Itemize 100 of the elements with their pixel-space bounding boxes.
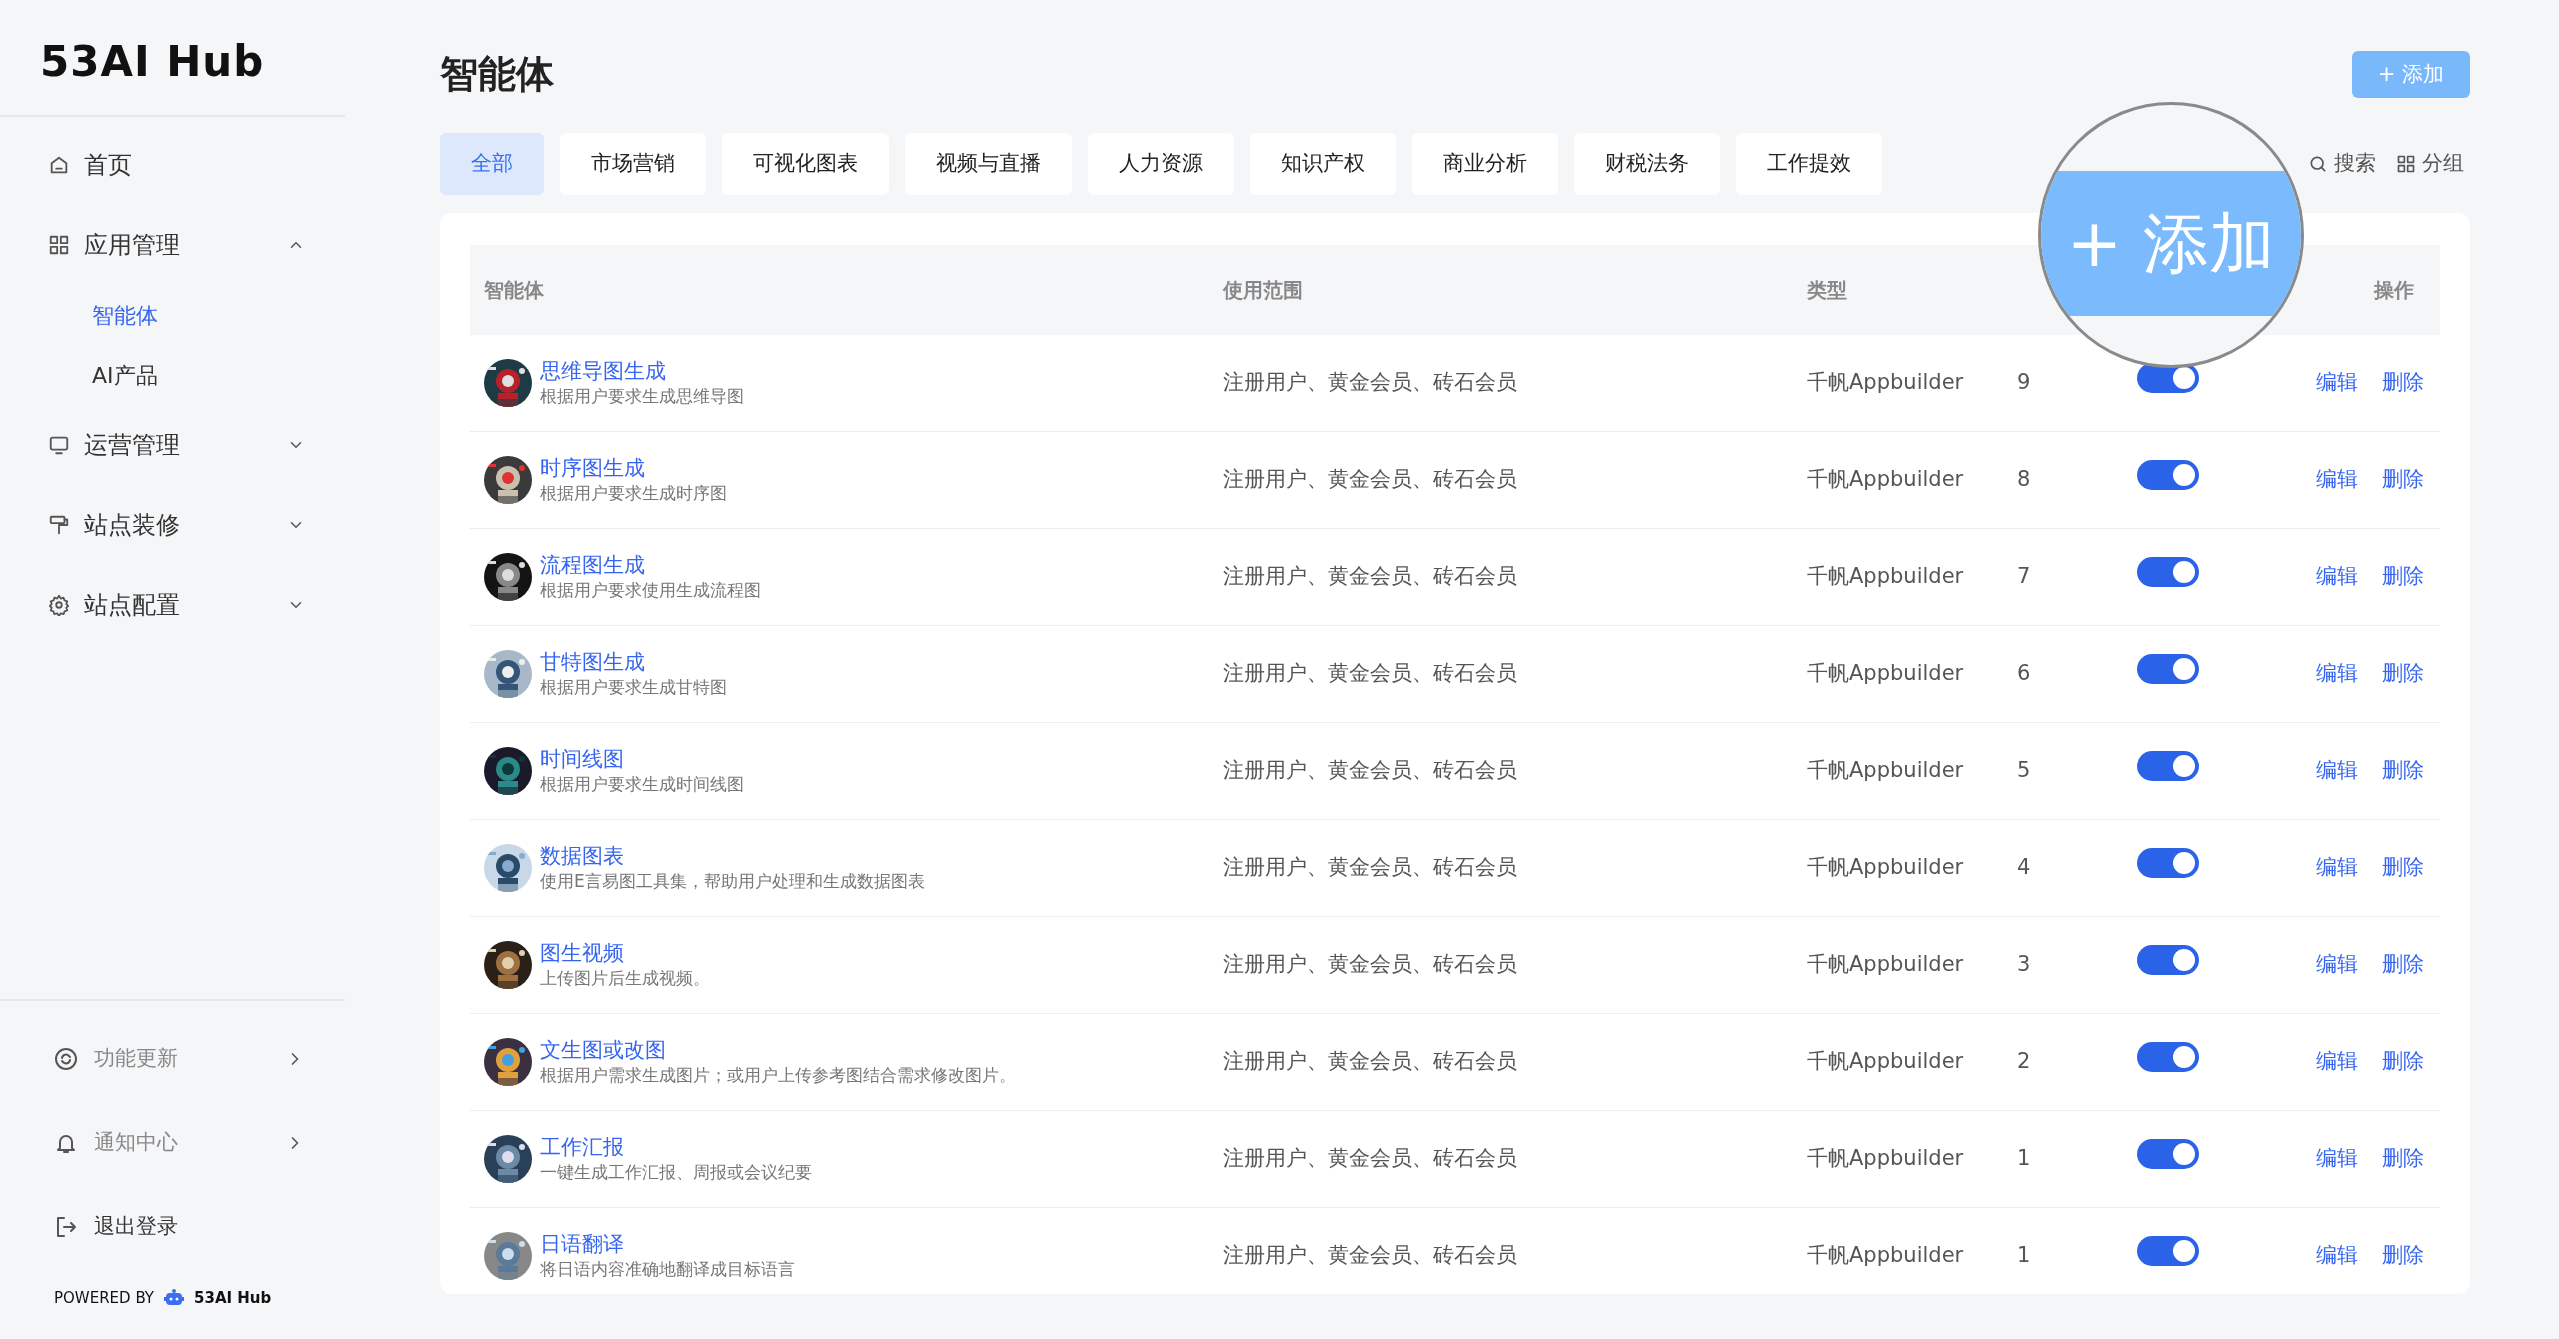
table-cell: 注册用户、黄金会员、砖石会员 bbox=[1223, 855, 1517, 880]
action-link[interactable]: 编辑 bbox=[2316, 464, 2358, 496]
sidebar-item[interactable]: 站点配置 bbox=[0, 565, 345, 645]
sidebar-footer-item[interactable]: 功能更新 bbox=[0, 1016, 345, 1101]
category-tab[interactable]: 知识产权 bbox=[1250, 133, 1396, 195]
home-icon bbox=[48, 154, 70, 176]
table-cell: 千帆Appbuilder bbox=[1807, 855, 1964, 880]
action-link[interactable]: 删除 bbox=[2382, 367, 2424, 399]
category-tab[interactable]: 工作提效 bbox=[1736, 133, 1882, 195]
toggle-switch[interactable] bbox=[2137, 460, 2199, 491]
action-link[interactable]: 删除 bbox=[2382, 658, 2424, 690]
table-cell: 5 bbox=[2017, 758, 2031, 783]
paint-roller-icon bbox=[48, 514, 70, 536]
action-link[interactable]: 删除 bbox=[2382, 561, 2424, 593]
table-cell: 3 bbox=[2017, 952, 2031, 977]
powered-by-label: POWERED BY bbox=[54, 1287, 154, 1309]
agent-description: 一键生成工作汇报、周报或会议纪要 bbox=[540, 1160, 812, 1183]
table-cell: 7 bbox=[2017, 564, 2031, 589]
table-cell: 千帆Appbuilder bbox=[1807, 1243, 1964, 1268]
toggle-switch[interactable] bbox=[2137, 654, 2199, 685]
action-link[interactable]: 删除 bbox=[2382, 949, 2424, 981]
robot-icon bbox=[164, 1288, 184, 1307]
agent-name[interactable]: 日语翻译 bbox=[540, 1232, 795, 1258]
action-link[interactable]: 编辑 bbox=[2316, 367, 2358, 399]
table-cell: 1 bbox=[2017, 1243, 2031, 1268]
sidebar-footer-item[interactable]: 退出登录 bbox=[0, 1184, 345, 1269]
logout-icon bbox=[54, 1214, 78, 1239]
agent-name[interactable]: 工作汇报 bbox=[540, 1135, 812, 1161]
action-link[interactable]: 删除 bbox=[2382, 1143, 2424, 1175]
table-cell: 注册用户、黄金会员、砖石会员 bbox=[1223, 1146, 1517, 1171]
sidebar-item[interactable]: 首页 bbox=[0, 125, 345, 205]
toggle-switch[interactable] bbox=[2137, 945, 2199, 976]
toggle-switch[interactable] bbox=[2137, 848, 2199, 879]
table-cell: 8 bbox=[2017, 467, 2031, 492]
category-tab[interactable]: 视频与直播 bbox=[905, 133, 1072, 195]
table-cell: 注册用户、黄金会员、砖石会员 bbox=[1223, 1243, 1517, 1268]
action-link[interactable]: 编辑 bbox=[2316, 852, 2358, 884]
action-link[interactable]: 编辑 bbox=[2316, 561, 2358, 593]
action-link[interactable]: 编辑 bbox=[2316, 1240, 2358, 1272]
category-tab[interactable]: 全部 bbox=[440, 133, 544, 195]
table-cell: 千帆Appbuilder bbox=[1807, 370, 1964, 395]
column-header: 操作 bbox=[2374, 278, 2414, 302]
brand-name: 53AI Hub bbox=[194, 1287, 272, 1309]
toolbar-button[interactable]: 分组 bbox=[2390, 147, 2470, 181]
sidebar-footer-item[interactable]: 通知中心 bbox=[0, 1100, 345, 1185]
column-header: 使用范围 bbox=[1223, 278, 1303, 302]
agent-name[interactable]: 数据图表 bbox=[540, 844, 925, 870]
action-link[interactable]: 编辑 bbox=[2316, 658, 2358, 690]
toggle-switch[interactable] bbox=[2137, 1042, 2199, 1073]
action-link[interactable]: 删除 bbox=[2382, 755, 2424, 787]
action-link[interactable]: 删除 bbox=[2382, 852, 2424, 884]
gear-icon bbox=[48, 594, 70, 616]
toggle-switch[interactable] bbox=[2137, 1139, 2199, 1170]
sidebar-subitem[interactable]: AI产品 bbox=[0, 345, 345, 405]
table-cell: 千帆Appbuilder bbox=[1807, 661, 1964, 686]
action-link[interactable]: 编辑 bbox=[2316, 755, 2358, 787]
table-cell: 注册用户、黄金会员、砖石会员 bbox=[1223, 370, 1517, 395]
monitor-icon bbox=[48, 434, 70, 456]
grid-icon bbox=[2396, 154, 2416, 174]
agent-name[interactable]: 思维导图生成 bbox=[540, 359, 744, 385]
agent-name[interactable]: 文生图或改图 bbox=[540, 1038, 1016, 1064]
agent-name[interactable]: 甘特图生成 bbox=[540, 650, 727, 676]
agent-description: 根据用户要求生成时间线图 bbox=[540, 772, 744, 795]
action-link[interactable]: 编辑 bbox=[2316, 949, 2358, 981]
category-tab[interactable]: 财税法务 bbox=[1574, 133, 1720, 195]
sidebar-item[interactable]: 应用管理 bbox=[0, 205, 345, 285]
action-link[interactable]: 删除 bbox=[2382, 1046, 2424, 1078]
agent-name[interactable]: 流程图生成 bbox=[540, 553, 761, 579]
column-header: 智能体 bbox=[484, 278, 544, 302]
action-link[interactable]: 编辑 bbox=[2316, 1143, 2358, 1175]
grid-icon bbox=[48, 234, 70, 256]
action-link[interactable]: 删除 bbox=[2382, 1240, 2424, 1272]
category-tab[interactable]: 商业分析 bbox=[1412, 133, 1558, 195]
toolbar-button[interactable]: 搜索 bbox=[2302, 147, 2382, 181]
agent-name[interactable]: 图生视频 bbox=[540, 941, 710, 967]
table-cell: 注册用户、黄金会员、砖石会员 bbox=[1223, 661, 1517, 686]
action-link[interactable]: 编辑 bbox=[2316, 1046, 2358, 1078]
table-cell: 注册用户、黄金会员、砖石会员 bbox=[1223, 467, 1517, 492]
table-cell: 千帆Appbuilder bbox=[1807, 1146, 1964, 1171]
sidebar-subitem[interactable]: 智能体 bbox=[0, 285, 345, 345]
category-tab[interactable]: 人力资源 bbox=[1088, 133, 1234, 195]
category-tab[interactable]: 可视化图表 bbox=[722, 133, 889, 195]
agent-name[interactable]: 时间线图 bbox=[540, 747, 744, 773]
logo: 53AI Hub bbox=[0, 0, 345, 117]
toggle-switch[interactable] bbox=[2137, 363, 2199, 394]
agent-description: 根据用户要求生成思维导图 bbox=[540, 384, 744, 407]
refresh-icon bbox=[54, 1046, 78, 1071]
toggle-switch[interactable] bbox=[2137, 557, 2199, 588]
toggle-switch[interactable] bbox=[2137, 751, 2199, 782]
agent-description: 根据用户要求使用生成流程图 bbox=[540, 578, 761, 601]
table-cell: 4 bbox=[2017, 855, 2031, 880]
agent-description: 根据用户要求生成时序图 bbox=[540, 481, 727, 504]
category-tab[interactable]: 市场营销 bbox=[560, 133, 706, 195]
agent-name[interactable]: 时序图生成 bbox=[540, 456, 727, 482]
table-cell: 千帆Appbuilder bbox=[1807, 467, 1964, 492]
sidebar-item[interactable]: 站点装修 bbox=[0, 485, 345, 565]
sidebar-item[interactable]: 运营管理 bbox=[0, 405, 345, 485]
action-link[interactable]: 删除 bbox=[2382, 464, 2424, 496]
table-cell: 注册用户、黄金会员、砖石会员 bbox=[1223, 952, 1517, 977]
toggle-switch[interactable] bbox=[2137, 1236, 2199, 1267]
